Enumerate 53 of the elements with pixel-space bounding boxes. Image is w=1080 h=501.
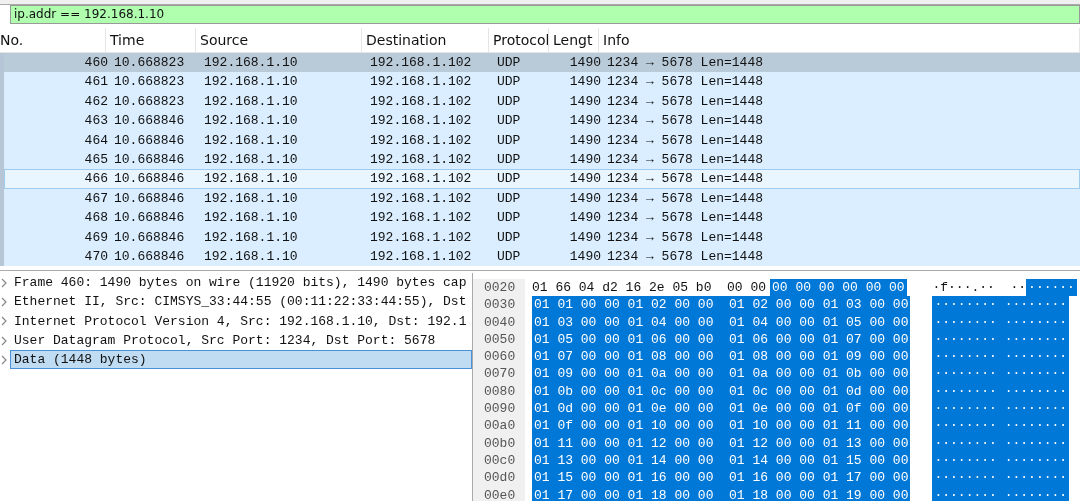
offset-label: 0080: [484, 382, 517, 401]
offset-label: 0070: [484, 365, 517, 383]
offset-label: 00c0: [484, 451, 517, 470]
selected-hex-bytes: 01 07 00 00 01 08 00 00 01 08 00 00 01 09 00 00: [532, 348, 911, 366]
offset-label: 00d0: [484, 469, 517, 487]
selected-hex-bytes: 01 15 00 00 01 16 00 00 01 16 00 00 01 17 00 00: [532, 469, 911, 487]
offset-label: 0030: [484, 296, 517, 314]
tree-item[interactable]: Frame 460: 1490 bytes on wire (11920 bits), 1490 bytes cap: [10, 273, 472, 293]
column-header[interactable]: Protocol: [489, 28, 549, 52]
packet-row[interactable]: 469 10.668846 192.168.1.10 192.168.1.102 UDP 1490 1234 → 5678 Len=1448: [0, 227, 1080, 247]
packet-row[interactable]: 461 10.668823 192.168.1.10 192.168.1.102 UDP 1490 1234 → 5678 Len=1448: [0, 72, 1080, 92]
offset-label: 0020: [484, 279, 517, 297]
packet-row[interactable]: 460 10.668823 192.168.1.10 192.168.1.102 UDP 1490 1234 → 5678 Len=1448: [0, 53, 1080, 73]
selected-ascii-text: ········ ········: [932, 365, 1070, 383]
ascii-text: ·f···.·· ··: [932, 280, 1027, 295]
offset-label: 00a0: [484, 417, 517, 435]
selected-ascii-text: ········ ········: [932, 348, 1070, 366]
hex-bytes: 01 66 04 d2 16 2e 05 b0 00 00: [532, 280, 767, 295]
column-header[interactable]: No.: [0, 28, 106, 52]
offset-label: 00b0: [484, 434, 517, 452]
tree-item[interactable]: Ethernet II, Src: CIMSYS_33:44:55 (00:11:22:33:44:55), Dst: [10, 292, 472, 312]
display-filter-field[interactable]: ip.addr == 192.168.1.10: [10, 5, 1080, 24]
packet-row[interactable]: 470 10.668846 192.168.1.10 192.168.1.102 UDP 1490 1234 → 5678 Len=1448: [0, 246, 1080, 267]
offset-label: 0040: [484, 313, 517, 331]
column-header[interactable]: Lengt: [549, 28, 599, 52]
tree-item[interactable]: Internet Protocol Version 4, Src: 192.168.1.10, Dst: 192.1: [10, 311, 472, 331]
packet-row[interactable]: 463 10.668846 192.168.1.10 192.168.1.102 UDP 1490 1234 → 5678 Len=1448: [0, 111, 1080, 131]
column-header[interactable]: Destination: [362, 28, 489, 52]
selected-ascii-text: ······: [1026, 279, 1077, 297]
packet-row[interactable]: 467 10.668846 192.168.1.10 192.168.1.102 UDP 1490 1234 → 5678 Len=1448: [0, 188, 1080, 209]
column-header[interactable]: Info: [599, 28, 1080, 52]
tree-item[interactable]: User Datagram Protocol, Src Port: 1234, Dst Port: 5678: [10, 330, 472, 351]
packet-row[interactable]: 465 10.668846 192.168.1.10 192.168.1.102 UDP 1490 1234 → 5678 Len=1448: [0, 149, 1080, 170]
offset-label: 0050: [484, 330, 517, 349]
tree-item[interactable]: Data (1448 bytes): [10, 350, 472, 370]
selected-hex-bytes: 01 09 00 00 01 0a 00 00 01 0a 00 00 01 0b 00 00: [532, 365, 911, 383]
selected-hex-bytes: 01 01 00 00 01 02 00 00 01 02 00 00 01 03 00 00: [532, 296, 911, 314]
packet-row[interactable]: 466 10.668846 192.168.1.10 192.168.1.102 UDP 1490 1234 → 5678 Len=1448: [0, 169, 1080, 189]
selected-ascii-text: ········ ········: [932, 417, 1070, 435]
offset-label: 0090: [484, 400, 517, 418]
selected-hex-bytes: 01 0f 00 00 01 10 00 00 01 10 00 00 01 11 00 00: [532, 417, 911, 435]
packet-row[interactable]: 462 10.668823 192.168.1.10 192.168.1.102 UDP 1490 1234 → 5678 Len=1448: [0, 91, 1080, 112]
column-header[interactable]: Source: [196, 28, 362, 52]
selected-ascii-text: ········ ········: [932, 469, 1070, 487]
offset-label: 00e0: [484, 486, 517, 501]
selected-hex-bytes: 00 00 00 00 00 00: [770, 279, 907, 297]
offset-label: 0060: [484, 348, 517, 366]
column-header[interactable]: Time: [106, 28, 196, 52]
packet-row[interactable]: 468 10.668846 192.168.1.10 192.168.1.102 UDP 1490 1234 → 5678 Len=1448: [0, 208, 1080, 228]
selected-ascii-text: ········ ········: [932, 296, 1070, 314]
selected-hex-bytes: 01 0d 00 00 01 0e 00 00 01 0e 00 00 01 0f 00 00: [532, 400, 911, 418]
selected-ascii-text: ········ ········: [932, 400, 1070, 418]
packet-row[interactable]: 464 10.668846 192.168.1.10 192.168.1.102 UDP 1490 1234 → 5678 Len=1448: [0, 130, 1080, 150]
